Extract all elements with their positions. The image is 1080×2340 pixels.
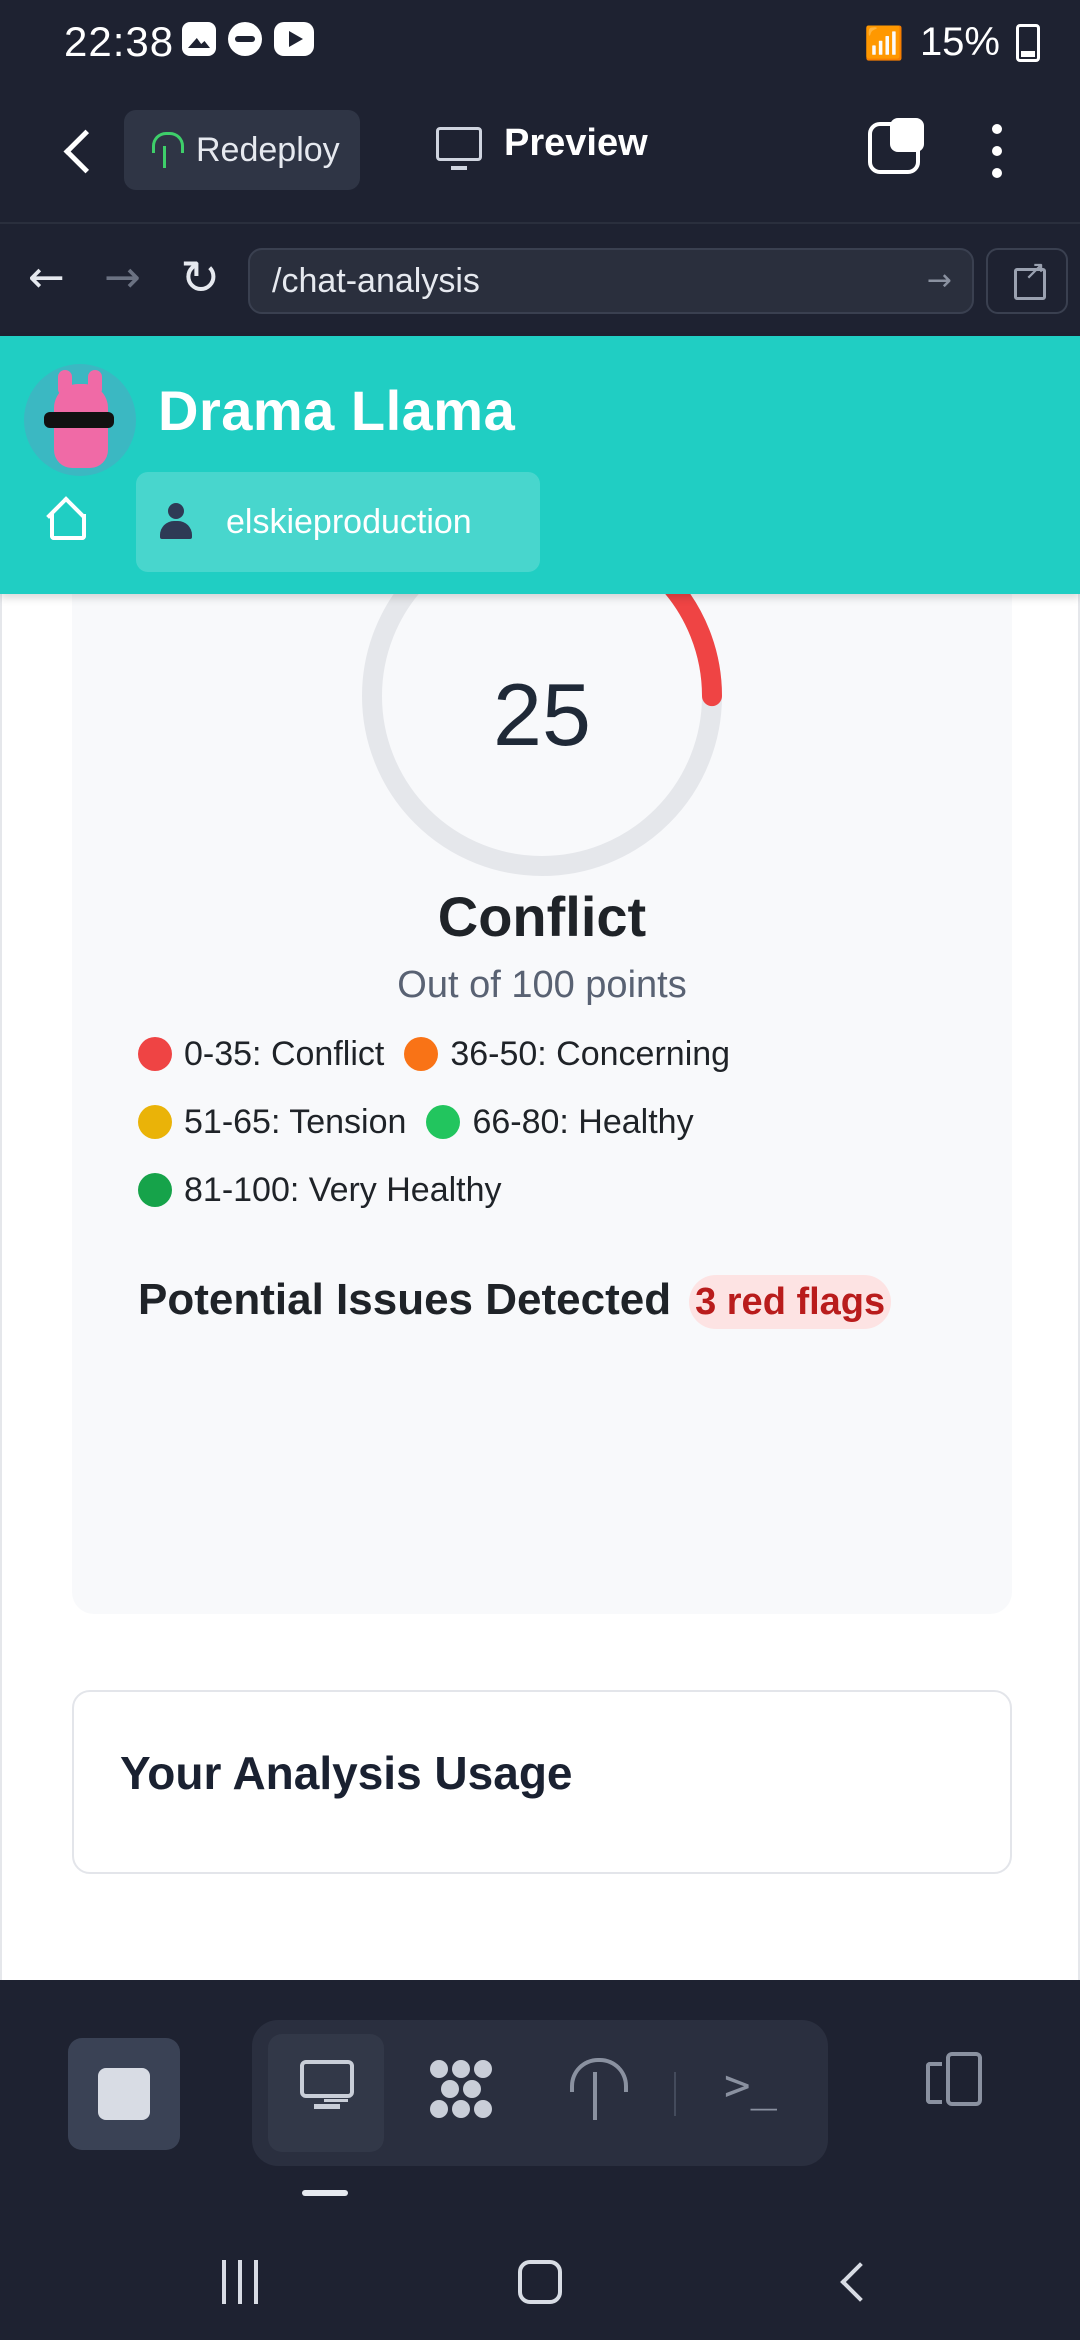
url-input[interactable]: /chat-analysis → <box>248 248 974 314</box>
deploy-tool-icon[interactable] <box>562 2052 632 2132</box>
toolbar-divider <box>674 2072 676 2116</box>
clock: 22:38 <box>64 18 175 65</box>
usage-title: Your Analysis Usage <box>120 1747 573 1799</box>
brand-title[interactable]: Drama Llama <box>158 378 515 443</box>
score-status: Conflict <box>437 885 647 948</box>
monitor-icon <box>436 126 482 170</box>
wifi-signal-icon: 📶 <box>864 23 904 62</box>
recent-apps-icon[interactable] <box>218 2260 262 2304</box>
legend-dot <box>138 1037 172 1071</box>
do-not-disturb-icon <box>228 22 262 56</box>
legend-item: 36-50: Concerning <box>404 1035 730 1074</box>
score-legend: 0-35: Conflict 36-50: Concerning 51-65: … <box>138 1020 958 1224</box>
stop-button[interactable] <box>68 2038 180 2150</box>
system-navigation-bar <box>0 2230 1080 2340</box>
main-content: 25 Conflict Out of 100 points 0-35: Conf… <box>0 594 1080 1980</box>
health-score-card: 25 Conflict Out of 100 points 0-35: Conf… <box>72 594 1012 1614</box>
open-external-icon[interactable] <box>986 248 1068 314</box>
llama-logo[interactable] <box>24 364 136 476</box>
browser-back-icon[interactable] <box>28 252 68 303</box>
home-nav-icon[interactable] <box>518 2260 562 2304</box>
legend-item: 0-35: Conflict <box>138 1035 384 1074</box>
bottom-toolbar: >_ <box>0 1980 1080 2230</box>
legend-label: 51-65: Tension <box>184 1102 407 1141</box>
legend-label: 81-100: Very Healthy <box>184 1170 502 1209</box>
legend-item: 81-100: Very Healthy <box>138 1171 502 1210</box>
system-indicators: 📶 15% <box>864 20 1040 65</box>
battery-icon <box>1016 23 1040 62</box>
red-flags-badge: 3 red flags <box>689 1275 892 1329</box>
preview-monitor-icon[interactable] <box>292 2052 362 2132</box>
tool-switcher: >_ <box>252 2020 828 2166</box>
reload-icon[interactable] <box>180 250 220 306</box>
browser-url-bar: /chat-analysis → <box>0 222 1080 338</box>
legend-label: 66-80: Healthy <box>472 1102 694 1141</box>
terminal-icon[interactable]: >_ <box>724 2060 794 2140</box>
legend-label: 36-50: Concerning <box>450 1034 731 1073</box>
home-icon[interactable] <box>44 496 88 540</box>
legend-row: 0-35: Conflict 36-50: Concerning <box>138 1020 958 1088</box>
issues-heading: Potential Issues Detected 3 red flags <box>138 1266 918 1336</box>
back-arrow-icon[interactable] <box>56 124 100 180</box>
deploy-icon <box>150 132 184 168</box>
packages-icon[interactable] <box>424 2052 494 2132</box>
legend-item: 66-80: Healthy <box>426 1102 694 1142</box>
go-arrow-icon[interactable]: → <box>927 250 952 312</box>
redeploy-button[interactable]: Redeploy <box>124 110 360 190</box>
legend-dot <box>426 1105 461 1139</box>
score-value: 25 <box>493 665 591 764</box>
tabs-icon[interactable] <box>868 118 924 174</box>
legend-dot <box>138 1173 172 1207</box>
legend-label: 0-35: Conflict <box>184 1034 385 1073</box>
url-text: /chat-analysis <box>272 262 480 300</box>
preview-label: Preview <box>504 122 648 164</box>
preview-button[interactable]: Preview <box>436 122 648 170</box>
analysis-usage-card: Your Analysis Usage <box>72 1690 1012 1874</box>
issues-title: Potential Issues Detected <box>138 1275 672 1324</box>
legend-dot <box>404 1037 439 1071</box>
site-header: Drama Llama elskieproduction <box>0 336 1080 594</box>
notification-icons <box>182 22 314 56</box>
username: elskieproduction <box>226 502 472 541</box>
legend-dot <box>138 1105 172 1139</box>
user-icon <box>160 503 192 541</box>
app-toolbar: Redeploy Preview <box>0 84 1080 222</box>
more-vertical-icon[interactable] <box>990 124 1002 180</box>
legend-row: 81-100: Very Healthy <box>138 1156 958 1224</box>
active-tab-indicator <box>302 2190 348 2196</box>
back-nav-icon[interactable] <box>832 2262 872 2302</box>
battery-percent: 15% <box>919 20 1000 64</box>
status-bar: 22:38 📶 15% <box>0 0 1080 84</box>
redeploy-label: Redeploy <box>196 130 340 169</box>
user-profile-button[interactable]: elskieproduction <box>136 472 540 572</box>
youtube-notification-icon <box>274 22 314 56</box>
legend-row: 51-65: Tension 66-80: Healthy <box>138 1088 958 1156</box>
score-subtitle: Out of 100 points <box>397 964 687 1006</box>
browser-forward-icon[interactable] <box>104 252 144 303</box>
logo-sunglasses <box>44 412 114 428</box>
layout-toggle-icon[interactable] <box>922 2052 988 2110</box>
gallery-notification-icon <box>182 22 216 56</box>
legend-item: 51-65: Tension <box>138 1103 406 1142</box>
